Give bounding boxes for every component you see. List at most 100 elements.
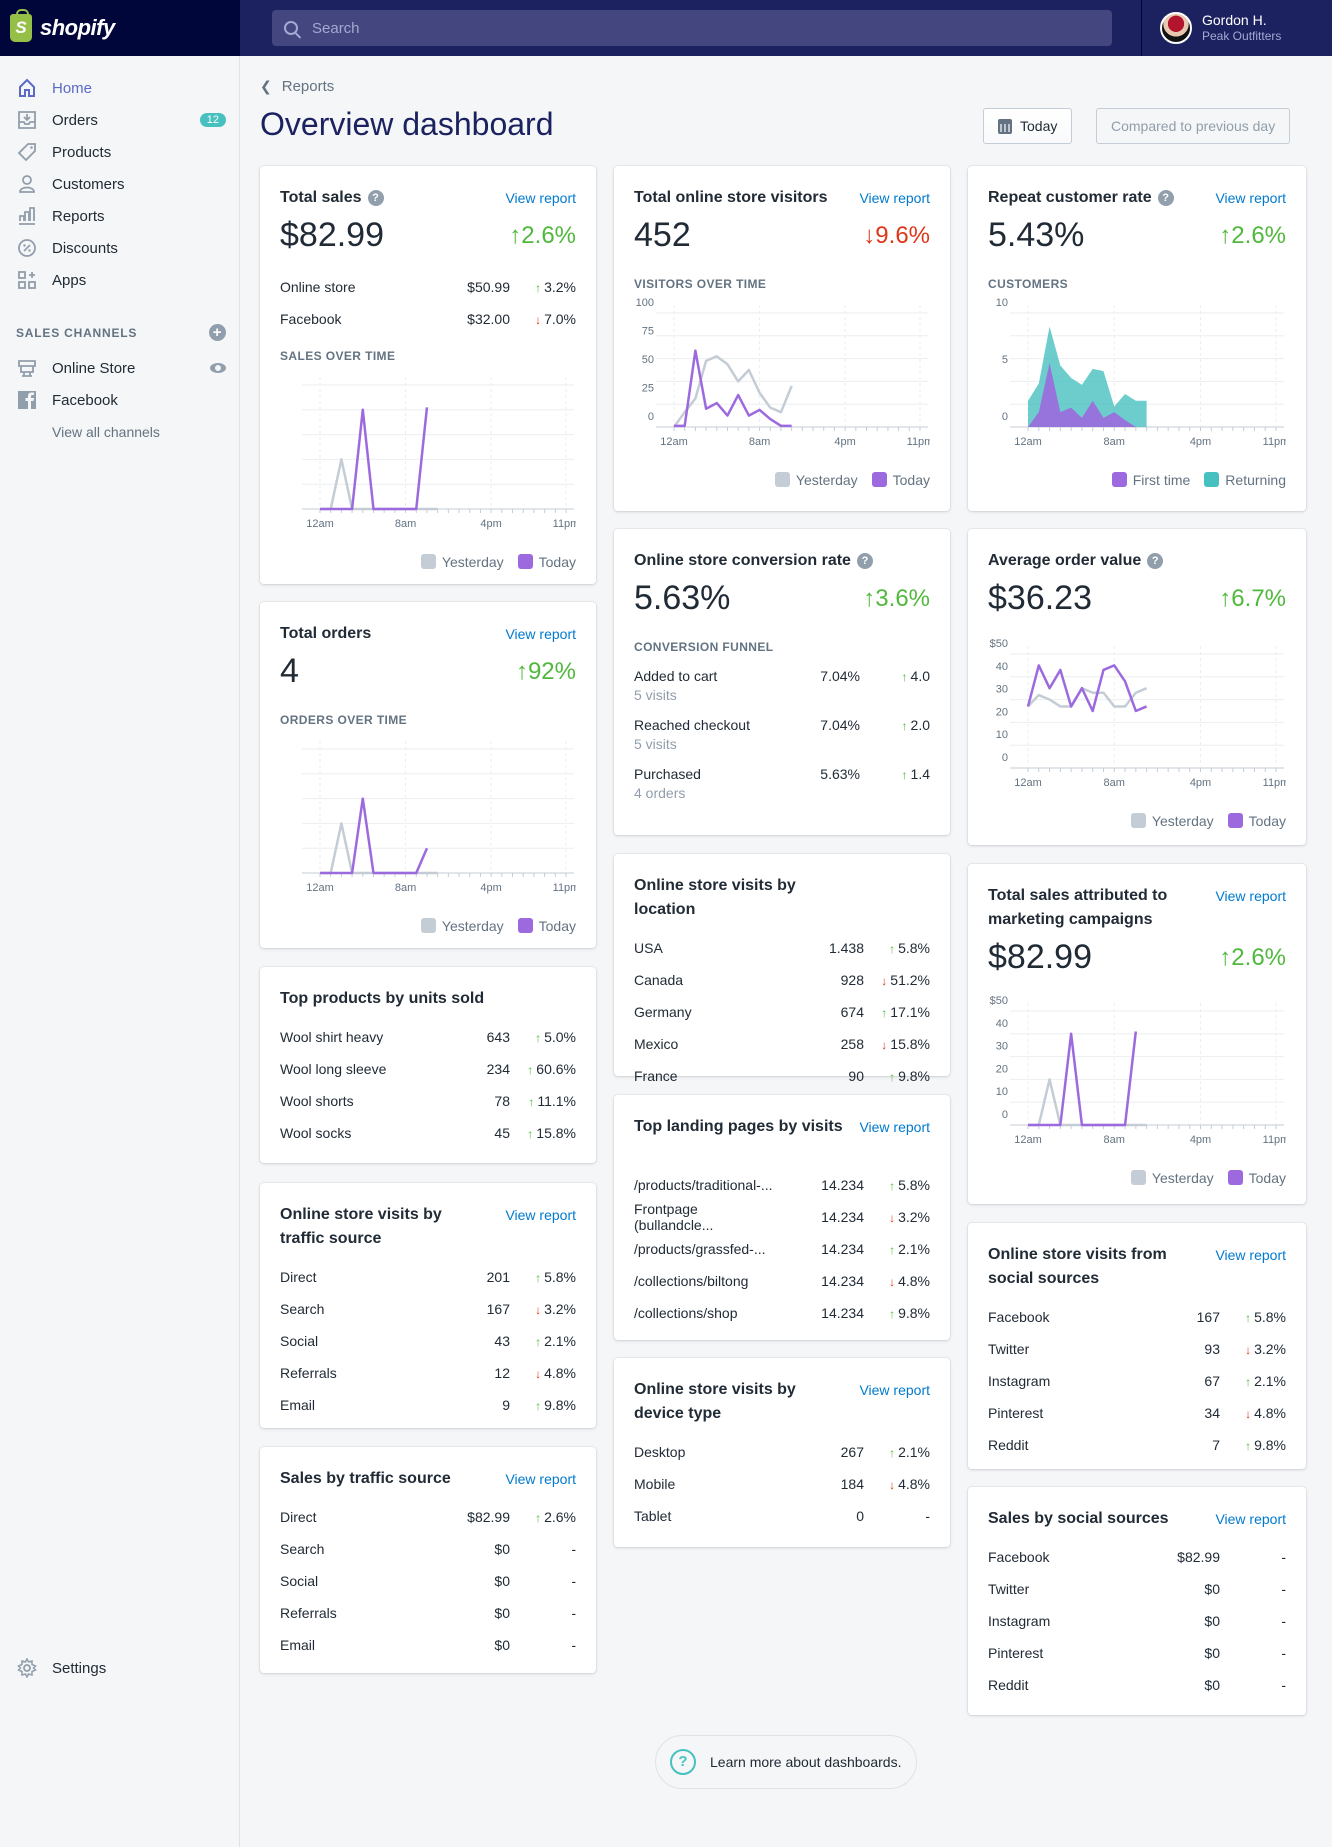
row-change: 4.8% xyxy=(1254,1405,1286,1421)
arrow-up-icon: ↑ xyxy=(535,1271,542,1285)
search-icon xyxy=(284,21,298,35)
sidebar-item-reports[interactable]: Reports xyxy=(16,204,226,228)
card-title: Average order value xyxy=(988,552,1142,569)
compare-button[interactable]: Compared to previous day xyxy=(1096,108,1291,144)
chart-label: ORDERS OVER TIME xyxy=(280,713,408,727)
metric-delta: ↑2.6% xyxy=(1219,221,1286,249)
landing-page-link[interactable]: /products/grassfed-... xyxy=(634,1241,774,1257)
view-report-link[interactable]: View report xyxy=(505,1203,576,1227)
arrow-up-icon: ↑ xyxy=(535,1335,542,1349)
help-icon[interactable]: ? xyxy=(367,189,384,206)
sidebar-item-customers[interactable]: Customers xyxy=(16,172,226,196)
row-value: 14.234 xyxy=(821,1177,864,1193)
aov-chart: 0 10 20 30 40 $50 12am 8am 4pm 11pm xyxy=(990,638,1290,789)
view-report-link[interactable]: View report xyxy=(1215,1243,1286,1267)
row-label: Reddit xyxy=(988,1677,1029,1693)
view-report-link[interactable]: View report xyxy=(505,1467,576,1491)
view-report-link[interactable]: View report xyxy=(859,1115,930,1139)
sidebar-item-online-store[interactable]: Online Store xyxy=(16,356,226,380)
arrow-down-icon: ↓ xyxy=(535,1303,542,1317)
row-value: $0 xyxy=(494,1605,510,1621)
card-sales-social: Sales by social sources View report Facebo… xyxy=(968,1487,1306,1715)
view-report-link[interactable]: View report xyxy=(1215,884,1286,908)
chart-label: VISITORS OVER TIME xyxy=(634,277,767,291)
row-value: 674 xyxy=(840,1004,864,1020)
funnel-step: Added to cart 5 visits 7.04% ↑ 4.0 xyxy=(634,668,930,703)
arrow-up-icon: ↑ xyxy=(1219,943,1232,971)
view-report-link[interactable]: View report xyxy=(859,1378,930,1402)
y-tick-label: 20 xyxy=(996,1063,1008,1075)
arrow-up-icon: ↑ xyxy=(535,281,542,295)
x-tick-label: 12am xyxy=(1014,777,1042,789)
learn-more-dashboards[interactable]: ? Learn more about dashboards. xyxy=(655,1735,917,1789)
legend-yesterday: Yesterday xyxy=(795,472,858,488)
view-report-link[interactable]: View report xyxy=(859,186,930,210)
arrow-up-icon: ↑ xyxy=(1219,584,1232,612)
row-label: Twitter xyxy=(988,1341,1030,1357)
chevron-left-icon: ❮ xyxy=(260,78,272,94)
shopify-logo[interactable]: S shopify xyxy=(0,0,240,56)
help-icon[interactable]: ? xyxy=(1157,189,1174,206)
sidebar-item-settings[interactable]: Settings xyxy=(16,1656,226,1680)
card-title: Online store visits by location xyxy=(634,877,796,918)
row-value: 928 xyxy=(840,972,864,988)
table-row: Social $0 - xyxy=(280,1565,576,1597)
row-change: 2.1% xyxy=(898,1241,930,1257)
help-icon[interactable]: ? xyxy=(856,552,873,569)
sidebar-item-facebook[interactable]: Facebook xyxy=(16,388,226,412)
row-value: 93 xyxy=(1204,1341,1220,1357)
funnel-step-label: Added to cart xyxy=(634,668,718,684)
series-line-today xyxy=(320,797,429,875)
landing-page-link[interactable]: /collections/shop xyxy=(634,1305,774,1321)
card-title: Total sales xyxy=(280,189,362,206)
table-row: France 90 ↑ 9.8% xyxy=(634,1060,930,1092)
funnel-step-change: 1.4 xyxy=(910,766,930,782)
view-report-link[interactable]: View report xyxy=(1215,1507,1286,1531)
sidebar-item-discounts[interactable]: Discounts xyxy=(16,236,226,260)
sidebar-item-home[interactable]: Home xyxy=(16,76,226,100)
search-input[interactable]: Search xyxy=(272,10,1112,46)
y-tick-label: 10 xyxy=(996,297,1008,309)
breadcrumb[interactable]: ❮ Reports xyxy=(260,78,334,95)
view-report-link[interactable]: View report xyxy=(505,622,576,646)
arrow-up-icon: ↑ xyxy=(1245,1311,1252,1325)
table-row: Wool long sleeve 234 ↑ 60.6% xyxy=(280,1053,576,1085)
arrow-up-icon: ↑ xyxy=(528,1095,535,1109)
landing-page-link[interactable]: /products/traditional-... xyxy=(634,1177,774,1193)
y-tick-label: 20 xyxy=(996,706,1008,718)
data-table: Direct 201 ↑ 5.8% Search 167 ↓ 3.2% Social 43 ↑ 2.1… xyxy=(280,1261,576,1421)
data-table: Direct $82.99 ↑ 2.6% Search $0- Social $0- Refer… xyxy=(280,1501,576,1661)
row-change: 2.1% xyxy=(898,1444,930,1460)
table-row: Desktop 267 ↑ 2.1% xyxy=(634,1436,930,1468)
discount-icon xyxy=(16,237,38,259)
funnel-step: Reached checkout 5 visits 7.04% ↑ 2.0 xyxy=(634,717,930,752)
row-label: Direct xyxy=(280,1509,317,1525)
facebook-icon xyxy=(16,389,38,411)
view-report-link[interactable]: View report xyxy=(1215,186,1286,210)
funnel-step-rate: 5.63% xyxy=(820,766,860,782)
user-menu[interactable]: Gordon H. Peak Outfitters xyxy=(1141,0,1332,56)
table-row: Mexico 258 ↓ 15.8% xyxy=(634,1028,930,1060)
landing-page-link[interactable]: /collections/biltong xyxy=(634,1273,774,1289)
sidebar-item-orders[interactable]: Orders 12 xyxy=(16,108,226,132)
arrow-up-icon: ↑ xyxy=(901,719,908,733)
sidebar-item-label: Apps xyxy=(52,271,87,289)
legend-swatch-returning xyxy=(1204,472,1220,487)
x-tick-label: 11pm xyxy=(1263,1134,1286,1146)
add-channel-icon[interactable]: + xyxy=(209,324,226,341)
row-label: Social xyxy=(280,1573,319,1589)
row-change: 5.8% xyxy=(898,940,930,956)
funnel-step-label: Reached checkout xyxy=(634,717,750,733)
view-store-eye-icon[interactable] xyxy=(210,363,226,373)
arrow-up-icon: ↑ xyxy=(889,1243,896,1257)
sidebar-item-products[interactable]: Products xyxy=(16,140,226,164)
view-all-channels-link[interactable]: View all channels xyxy=(52,424,160,440)
landing-page-link[interactable]: Frontpage (bullandcle... xyxy=(634,1201,774,1233)
y-tick-label: 0 xyxy=(1002,752,1008,764)
view-report-link[interactable]: View report xyxy=(505,186,576,210)
row-value: 78 xyxy=(494,1093,510,1109)
date-range-button[interactable]: Today xyxy=(983,108,1073,144)
help-icon[interactable]: ? xyxy=(1147,552,1164,569)
sidebar-item-apps[interactable]: Apps xyxy=(16,268,226,292)
y-tick-label: 25 xyxy=(642,383,654,395)
